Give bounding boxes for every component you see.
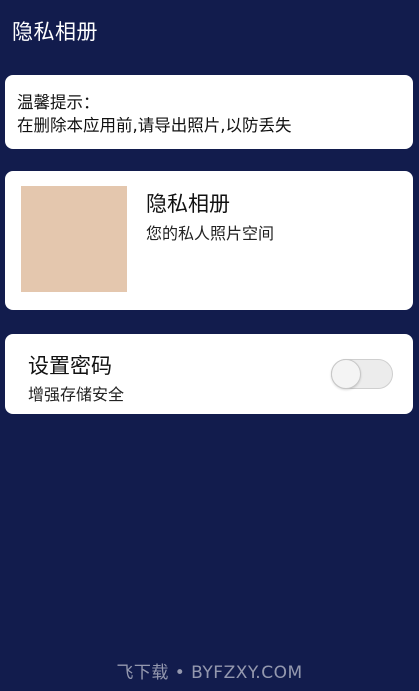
tip-card: 温馨提示： 在删除本应用前,请导出照片,以防丢失 <box>5 75 413 149</box>
password-setting-card[interactable]: 设置密码 增强存储安全 <box>5 334 413 414</box>
password-setting-sublabel: 增强存储安全 <box>28 385 125 404</box>
album-card[interactable]: 隐私相册 您的私人照片空间 <box>5 171 413 310</box>
watermark: 飞下载 • BYFZXY.COM <box>116 663 303 683</box>
app-title: 隐私相册 <box>12 20 98 44</box>
tip-title: 温馨提示： <box>17 93 100 112</box>
album-thumbnail[interactable] <box>21 186 127 292</box>
password-setting-label: 设置密码 <box>28 354 112 378</box>
tip-text: 在删除本应用前,请导出照片,以防丢失 <box>17 116 292 135</box>
album-name: 隐私相册 <box>146 192 230 216</box>
toggle-knob <box>331 359 361 389</box>
album-description: 您的私人照片空间 <box>146 224 275 243</box>
password-toggle[interactable] <box>331 359 393 389</box>
